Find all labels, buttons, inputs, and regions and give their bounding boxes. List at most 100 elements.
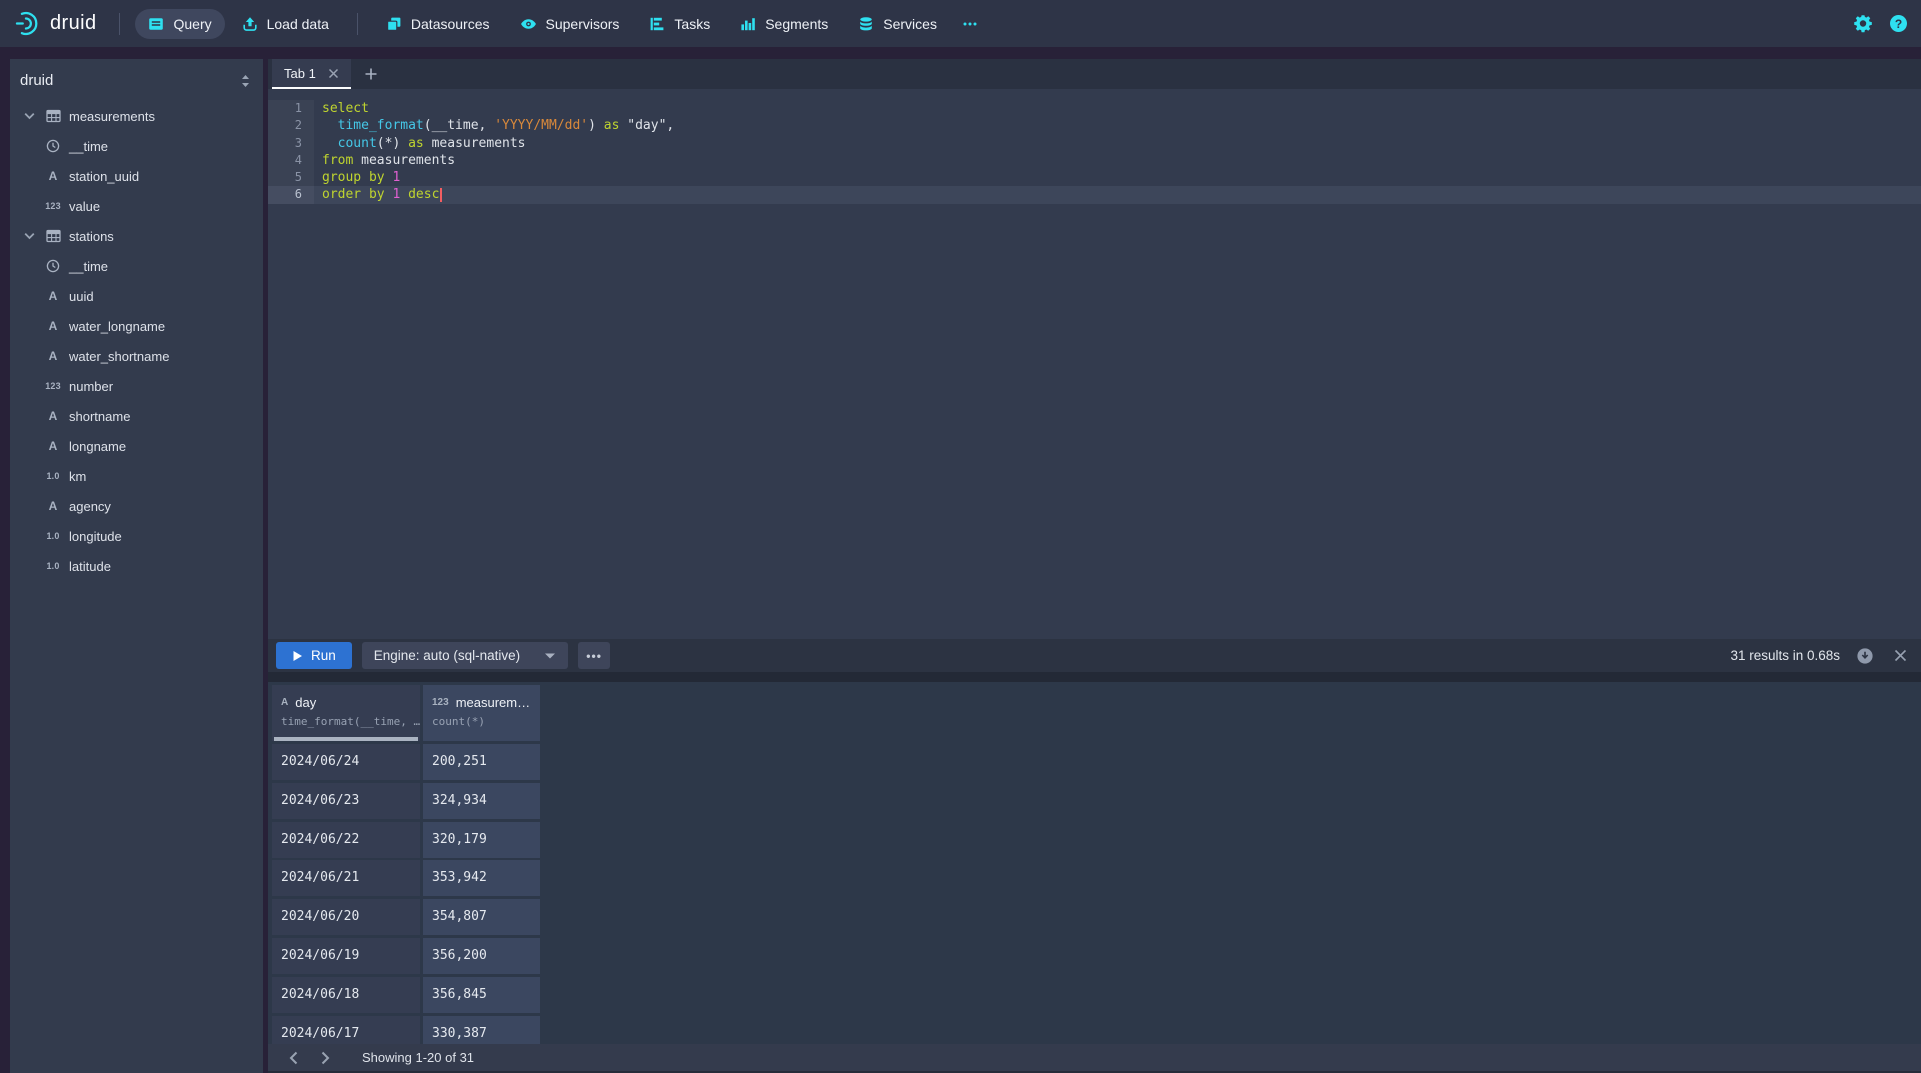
- cell-day[interactable]: 2024/06/17: [272, 1016, 420, 1044]
- table-icon: [45, 109, 61, 123]
- number-type-icon: 123: [45, 201, 61, 211]
- results-rows: 2024/06/24200,2512024/06/23324,9342024/0…: [272, 744, 540, 1044]
- number-type-icon: 123: [432, 697, 449, 708]
- play-icon: [292, 650, 303, 662]
- chevron-down-icon[interactable]: [24, 112, 37, 120]
- table-item-stations[interactable]: stations: [10, 221, 263, 251]
- pagination-bar: Showing 1-20 of 31: [268, 1044, 1921, 1073]
- cell-day[interactable]: 2024/06/20: [272, 899, 420, 935]
- column-item-longname[interactable]: Alongname: [10, 431, 263, 461]
- supervisors-icon: [520, 16, 537, 32]
- plus-icon: [364, 67, 378, 81]
- cell-measurements[interactable]: 356,845: [423, 977, 540, 1013]
- cell-measurements[interactable]: 324,934: [423, 783, 540, 819]
- code-line-1[interactable]: select: [268, 100, 1921, 117]
- column-name: measurem…: [456, 695, 530, 710]
- column-header-day[interactable]: A day time_format(__time, …: [272, 685, 420, 741]
- code-line-2[interactable]: time_format(__time, 'YYYY/MM/dd') as "da…: [268, 117, 1921, 134]
- column-item-shortname[interactable]: Ashortname: [10, 401, 263, 431]
- column-label: __time: [69, 139, 108, 154]
- query-more-button[interactable]: •••: [578, 642, 610, 669]
- cell-measurements[interactable]: 200,251: [423, 744, 540, 780]
- cell-day[interactable]: 2024/06/19: [272, 938, 420, 974]
- cell-measurements[interactable]: 353,942: [423, 860, 540, 896]
- more-icon: [962, 16, 978, 32]
- column-label: uuid: [69, 289, 94, 304]
- nav-item-segments[interactable]: Segments: [727, 9, 841, 39]
- tab-query-1[interactable]: Tab 1: [272, 59, 351, 89]
- column-label: km: [69, 469, 86, 484]
- panel-splitter[interactable]: [268, 672, 1921, 682]
- cell-day[interactable]: 2024/06/21: [272, 860, 420, 896]
- nav-item-services[interactable]: Services: [845, 9, 950, 39]
- column-item-agency[interactable]: Aagency: [10, 491, 263, 521]
- help-button[interactable]: ?: [1890, 15, 1907, 32]
- column-item-latitude[interactable]: 1.0latitude: [10, 551, 263, 581]
- add-tab-button[interactable]: [364, 59, 378, 89]
- close-results-button[interactable]: [1894, 649, 1907, 662]
- string-type-icon: A: [49, 349, 58, 363]
- column-item--time[interactable]: __time: [10, 251, 263, 281]
- nav-item-load-data[interactable]: Load data: [229, 9, 342, 39]
- line-number: 2: [268, 117, 314, 134]
- code-line-4[interactable]: from measurements: [268, 152, 1921, 169]
- run-button[interactable]: Run: [276, 642, 352, 669]
- column-item-station-uuid[interactable]: Astation_uuid: [10, 161, 263, 191]
- nav-right: ?: [1854, 14, 1907, 33]
- cell-day[interactable]: 2024/06/22: [272, 822, 420, 858]
- schema-selector[interactable]: druid: [10, 59, 263, 89]
- table-item-measurements[interactable]: measurements: [10, 101, 263, 131]
- nav-item-datasources[interactable]: Datasources: [373, 9, 503, 39]
- column-item-number[interactable]: 123number: [10, 371, 263, 401]
- nav-item-tasks[interactable]: Tasks: [636, 9, 723, 39]
- table-label: measurements: [69, 109, 155, 124]
- column-item-value[interactable]: 123value: [10, 191, 263, 221]
- prev-page-button[interactable]: [280, 1045, 306, 1071]
- cell-measurements[interactable]: 330,387: [423, 1016, 540, 1044]
- download-results-button[interactable]: [1856, 647, 1874, 665]
- nav-item-query[interactable]: Query: [135, 9, 224, 39]
- column-item-longitude[interactable]: 1.0longitude: [10, 521, 263, 551]
- cell-measurements[interactable]: 320,179: [423, 822, 540, 858]
- code-line-6[interactable]: order by 1 desc: [268, 186, 1921, 203]
- tab-strip: Tab 1: [268, 59, 1921, 89]
- type-icon-holder: A: [45, 499, 61, 513]
- services-icon: [858, 16, 874, 32]
- results-table: A day time_format(__time, … 123 measurem…: [272, 685, 540, 1044]
- column-header-measurements[interactable]: 123 measurem… count(*): [423, 685, 540, 741]
- column-item-km[interactable]: 1.0km: [10, 461, 263, 491]
- cell-day[interactable]: 2024/06/24: [272, 744, 420, 780]
- druid-logo[interactable]: druid: [14, 10, 96, 37]
- cell-measurements[interactable]: 356,200: [423, 938, 540, 974]
- line-number-gutter: 123456: [268, 100, 314, 204]
- chevron-down-icon[interactable]: [24, 232, 37, 240]
- nav-more-button[interactable]: [952, 9, 988, 39]
- column-item-water-longname[interactable]: Awater_longname: [10, 311, 263, 341]
- code-line-3[interactable]: count(*) as measurements: [268, 135, 1921, 152]
- cell-day[interactable]: 2024/06/18: [272, 977, 420, 1013]
- type-icon-holder: [45, 139, 61, 153]
- column-item-water-shortname[interactable]: Awater_shortname: [10, 341, 263, 371]
- next-page-button[interactable]: [312, 1045, 338, 1071]
- sql-editor[interactable]: select time_format(__time, 'YYYY/MM/dd')…: [268, 89, 1921, 639]
- code-line-5[interactable]: group by 1: [268, 169, 1921, 186]
- number-type-icon: 123: [45, 381, 61, 391]
- settings-button[interactable]: [1854, 14, 1873, 33]
- type-icon-holder: 1.0: [45, 561, 61, 571]
- string-type-icon: A: [49, 439, 58, 453]
- cell-measurements[interactable]: 354,807: [423, 899, 540, 935]
- cell-day[interactable]: 2024/06/23: [272, 783, 420, 819]
- column-item-uuid[interactable]: Auuid: [10, 281, 263, 311]
- top-nav: druid QueryLoad data DatasourcesSuperviso…: [0, 0, 1921, 47]
- results-pane: A day time_format(__time, … 123 measurem…: [268, 682, 1921, 1044]
- tab-close-icon[interactable]: [328, 68, 339, 79]
- column-item--time[interactable]: __time: [10, 131, 263, 161]
- engine-select[interactable]: Engine: auto (sql-native): [362, 642, 568, 669]
- column-label: shortname: [69, 409, 130, 424]
- results-info: 31 results in 0.68s: [1730, 648, 1840, 663]
- nav-item-supervisors[interactable]: Supervisors: [507, 9, 633, 39]
- query-icon: [148, 16, 164, 32]
- tasks-icon: [649, 16, 665, 32]
- more-dots-icon: •••: [586, 649, 602, 663]
- string-type-icon: A: [49, 409, 58, 423]
